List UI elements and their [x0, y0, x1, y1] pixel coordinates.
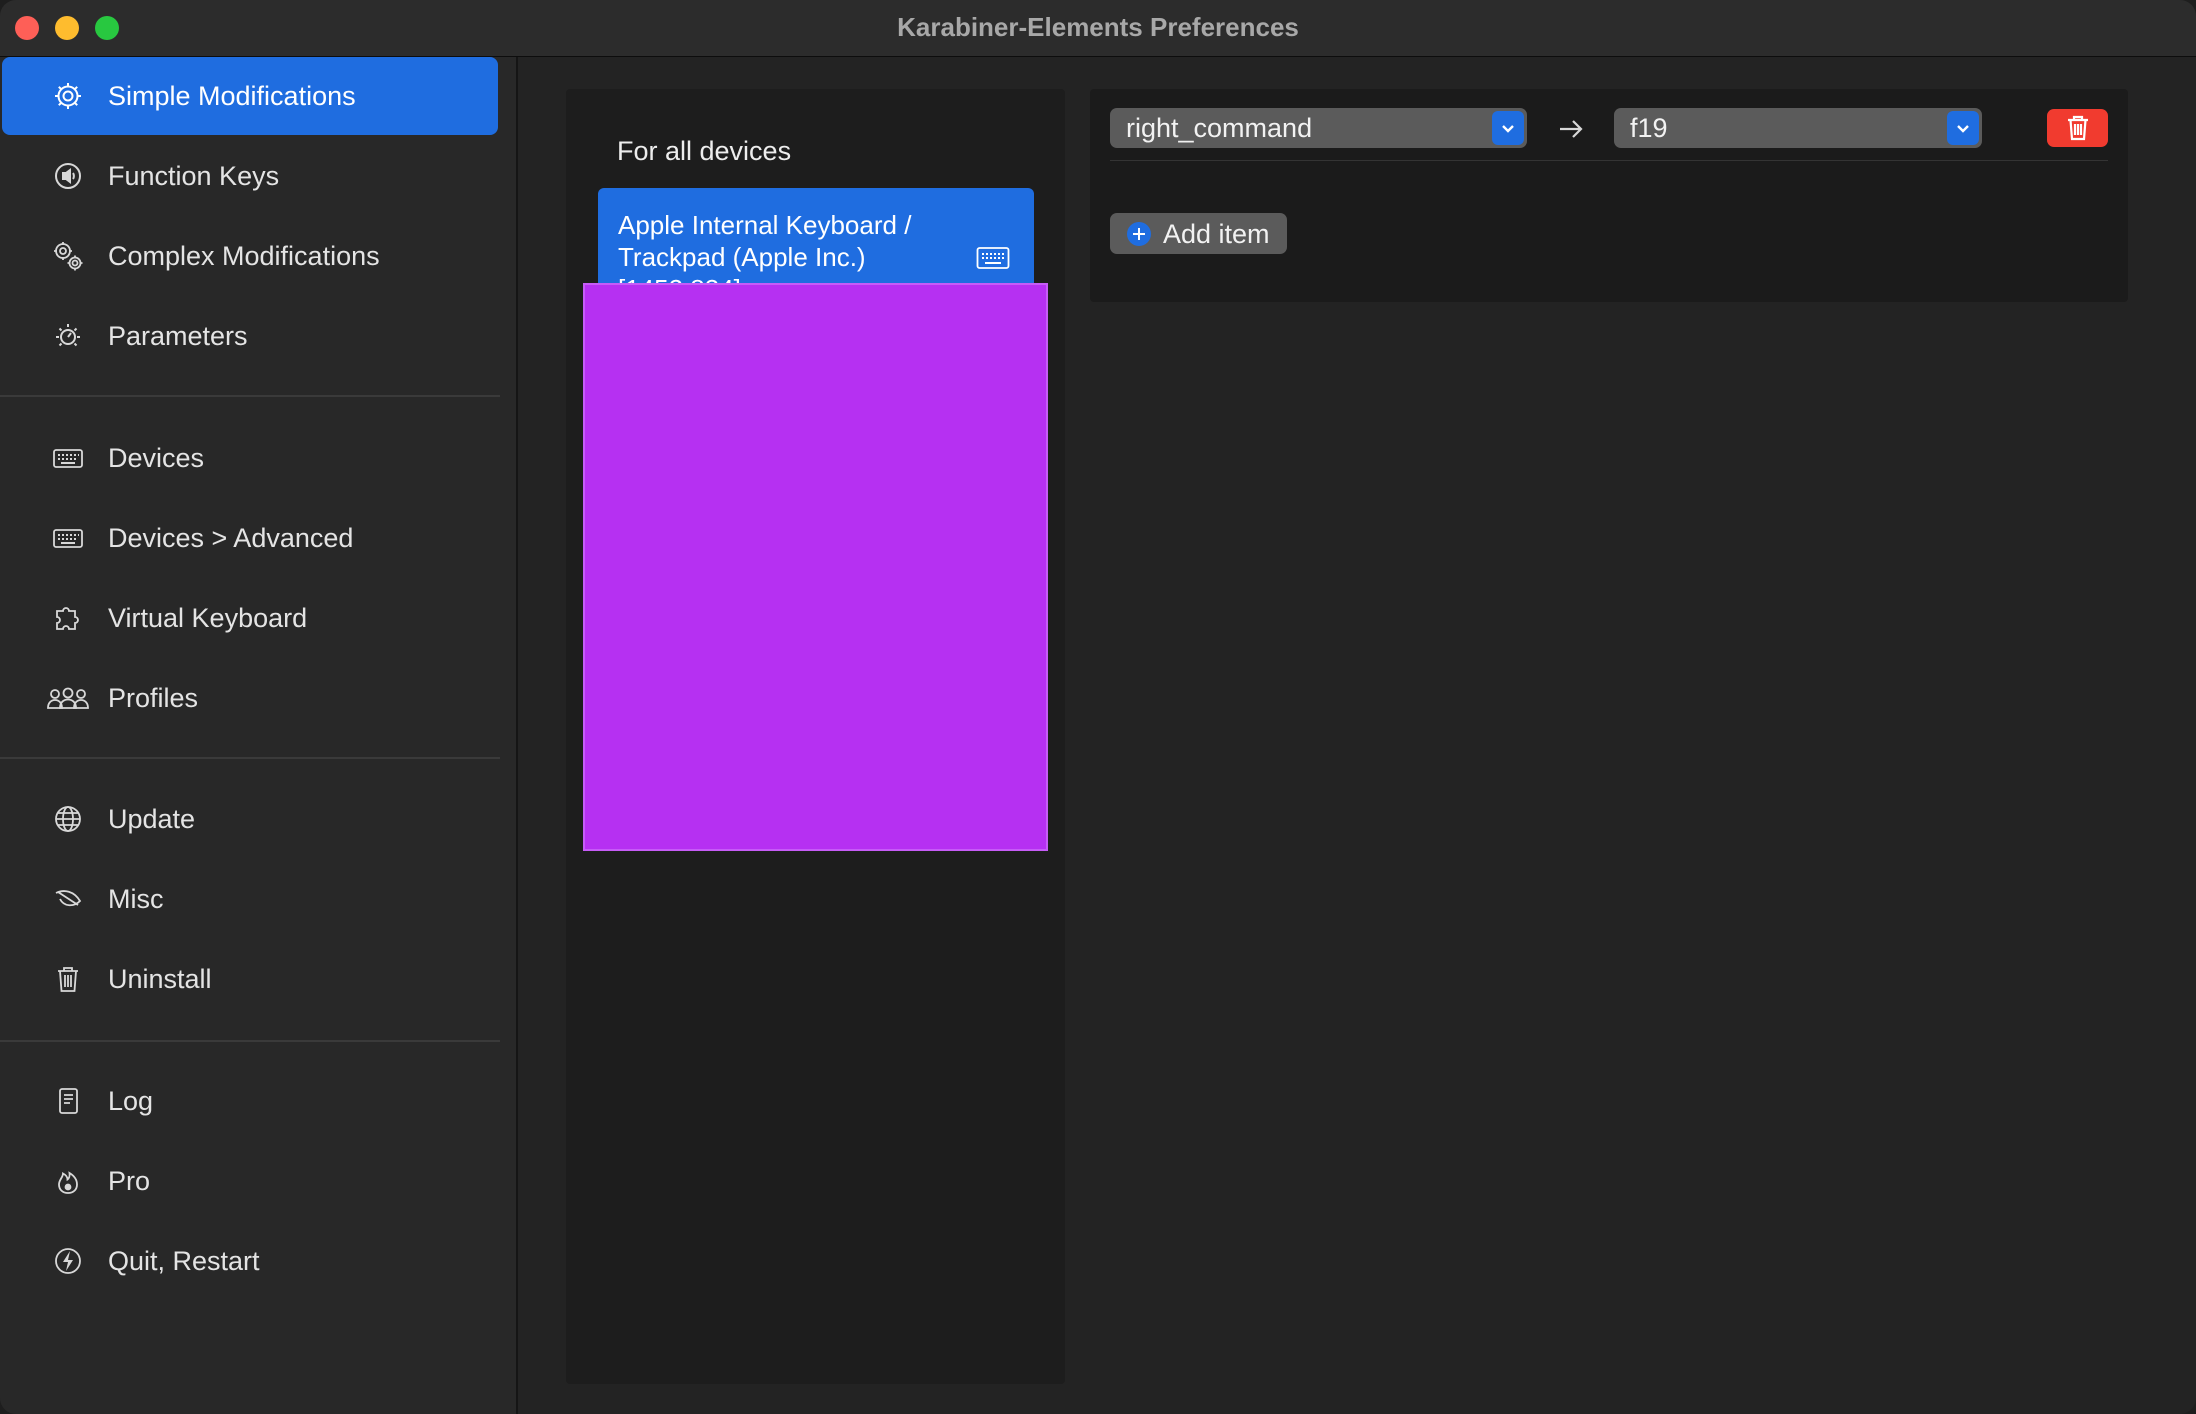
sidebar-separator	[0, 395, 500, 397]
sidebar-item-label: Complex Modifications	[108, 241, 380, 271]
puzzle-icon	[46, 602, 90, 634]
sidebar-item-label: Quit, Restart	[108, 1246, 260, 1276]
sidebar-item-log[interactable]: Log	[2, 1062, 498, 1140]
title-bar: Karabiner-Elements Preferences	[0, 0, 2196, 57]
to-key-value: f19	[1630, 113, 1668, 143]
sidebar-item-update[interactable]: Update	[2, 780, 498, 858]
from-key-dropdown[interactable]: right_command	[1110, 108, 1527, 148]
speaker-icon	[46, 160, 90, 192]
preferences-window: Karabiner-Elements Preferences Simple Mo…	[0, 0, 2196, 1414]
sidebar-separator	[0, 757, 500, 759]
sidebar-item-devices[interactable]: Devices	[2, 419, 498, 497]
sidebar-item-label: Parameters	[108, 321, 248, 351]
sidebar-item-profiles[interactable]: Profiles	[2, 659, 498, 737]
trash-icon	[46, 963, 90, 995]
keyboard-icon	[46, 522, 90, 554]
sidebar-item-label: Virtual Keyboard	[108, 603, 308, 633]
sidebar-item-label: Log	[108, 1086, 154, 1116]
chevron-down-icon	[1947, 111, 1979, 145]
device-list-item-selected[interactable]: Apple Internal Keyboard / Trackpad (Appl…	[598, 188, 1034, 288]
sidebar-item-complex-modifications[interactable]: Complex Modifications	[2, 217, 498, 295]
sidebar-item-function-keys[interactable]: Function Keys	[2, 137, 498, 215]
sidebar-item-virtual-keyboard[interactable]: Virtual Keyboard	[2, 579, 498, 657]
add-item-button[interactable]: Add item	[1110, 213, 1287, 254]
sidebar-item-label: Uninstall	[108, 964, 212, 994]
people-icon	[46, 682, 90, 714]
device-list-heading-all-devices[interactable]: For all devices	[617, 136, 791, 167]
keyboard-icon	[976, 247, 1010, 269]
sidebar-item-label: Misc	[108, 884, 164, 914]
sidebar-item-misc[interactable]: Misc	[2, 860, 498, 938]
gear-icon	[46, 80, 90, 112]
bolt-icon	[46, 1245, 90, 1277]
mapping-row-divider	[1110, 160, 2108, 161]
keyboard-icon	[46, 442, 90, 474]
device-name-line: Apple Internal Keyboard /	[618, 210, 912, 240]
device-name-line: Trackpad (Apple Inc.)	[618, 242, 866, 272]
gears-icon	[46, 240, 90, 272]
sidebar-item-label: Update	[108, 804, 196, 834]
leaf-icon	[46, 883, 90, 915]
trash-icon	[2067, 115, 2088, 141]
sidebar-item-label: Devices	[108, 443, 205, 473]
chevron-down-icon	[1492, 111, 1524, 145]
redaction-overlay	[583, 283, 1048, 851]
sidebar-item-quit-restart[interactable]: Quit, Restart	[2, 1222, 498, 1300]
globe-icon	[46, 803, 90, 835]
delete-mapping-button[interactable]	[2047, 109, 2108, 147]
sidebar: Simple Modifications Function Keys Compl…	[0, 57, 518, 1414]
to-key-dropdown[interactable]: f19	[1614, 108, 1982, 148]
sun-gauge-icon	[46, 320, 90, 352]
sidebar-item-label: Profiles	[108, 683, 199, 713]
sidebar-item-label: Pro	[108, 1166, 151, 1196]
sidebar-item-pro[interactable]: Pro	[2, 1142, 498, 1220]
sidebar-item-label: Simple Modifications	[108, 81, 356, 111]
add-item-label: Add item	[1163, 219, 1270, 249]
arrow-right-icon	[1560, 120, 1583, 138]
sidebar-item-label: Function Keys	[108, 161, 280, 191]
sidebar-item-simple-modifications[interactable]: Simple Modifications	[2, 57, 498, 135]
from-key-value: right_command	[1126, 113, 1313, 143]
flame-icon	[46, 1165, 90, 1197]
sidebar-item-label: Devices > Advanced	[108, 523, 354, 553]
sidebar-item-parameters[interactable]: Parameters	[2, 297, 498, 375]
document-icon	[46, 1085, 90, 1117]
plus-circle-icon	[1127, 222, 1151, 246]
sidebar-separator	[0, 1040, 500, 1042]
sidebar-item-devices-advanced[interactable]: Devices > Advanced	[2, 499, 498, 577]
window-title: Karabiner-Elements Preferences	[897, 12, 1299, 42]
sidebar-item-uninstall[interactable]: Uninstall	[2, 940, 498, 1018]
